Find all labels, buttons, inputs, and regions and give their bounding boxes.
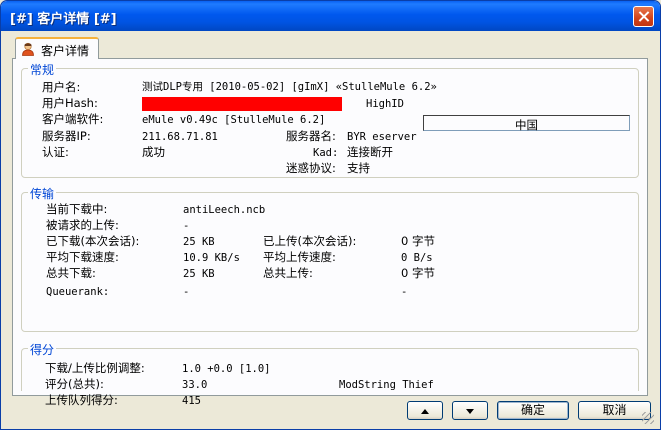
queue-score-label: 上传队列得分: <box>45 393 118 407</box>
uploaded-session-label: 已上传(本次会话): <box>263 234 357 248</box>
username-value: 测试DLP专用 [2010-05-02] [gImX] «StulleMule … <box>142 81 437 93</box>
arrow-up-icon <box>421 409 429 414</box>
arrow-down-icon <box>466 409 474 414</box>
auth-label: 认证: <box>42 145 69 159</box>
kad-value: 连接断开 <box>347 145 393 159</box>
rating-value: 33.0 <box>182 379 208 391</box>
requested-upload-label: 被请求的上传: <box>46 218 119 232</box>
queuerank-label: Queuerank: <box>46 286 110 298</box>
transfer-group: 传输 当前下载中: antiLeech.ncb 被请求的上传: - 已下载(本次… <box>21 185 639 332</box>
server-ip-label: 服务器IP: <box>42 129 91 143</box>
tab-label: 客户详情 <box>41 44 90 58</box>
total-download-value: 25 KB <box>183 268 215 280</box>
total-upload-label: 总共上传: <box>263 266 313 280</box>
tab-client-details[interactable]: 客户详情 <box>15 37 99 59</box>
client-software-label: 客户端软件: <box>42 112 104 126</box>
client-software-value: eMule v0.49c [StulleMule 6.2] <box>142 114 326 126</box>
auth-value: 成功 <box>142 145 165 159</box>
current-download-label: 当前下载中: <box>46 202 108 216</box>
country-value: 中国 <box>515 118 538 132</box>
ratio-value: 1.0 +0.0 [1.0] <box>182 363 271 375</box>
queuerank-value: - <box>183 286 190 298</box>
userhash-label: 用户Hash: <box>42 96 98 110</box>
window-title: [#] 客户详情 [#] <box>10 12 117 27</box>
tab-page: 常规 用户名: 测试DLP专用 [2010-05-02] [gImX] «Stu… <box>12 58 648 407</box>
downloaded-session-label: 已下载(本次会话): <box>46 234 140 248</box>
server-name-label: 服务器名: <box>286 129 336 143</box>
avg-download-speed-label: 平均下载速度: <box>46 250 119 264</box>
downloaded-session-value: 25 KB <box>183 236 215 248</box>
transfer-group-title: 传输 <box>28 185 57 202</box>
server-name-value: BYR eserver <box>347 131 417 143</box>
score-content: 下载/上传比例调整: 1.0 +0.0 [1.0] 评分(总共): 33.0 M… <box>21 348 639 394</box>
client-details-window: [#] 客户详情 [#] 客户详情 常规 用户名: 测试DLP专用 [2010-… <box>0 0 661 430</box>
close-button[interactable] <box>633 6 654 27</box>
avg-download-speed-value: 10.9 KB/s <box>183 252 240 264</box>
highid-status: HighID <box>366 98 404 110</box>
obfuscation-value: 支持 <box>347 161 370 175</box>
current-download-value: antiLeech.ncb <box>183 204 266 216</box>
title-bar[interactable]: [#] 客户详情 [#] <box>1 1 660 31</box>
userhash-redaction <box>142 97 342 111</box>
kad-label: Kad: <box>313 147 339 159</box>
previous-client-button[interactable] <box>407 401 443 420</box>
general-group-title: 常规 <box>28 61 57 78</box>
queuerank-extra-value: - <box>401 286 408 298</box>
total-download-label: 总共下载: <box>46 266 96 280</box>
ratio-label: 下载/上传比例调整: <box>45 361 145 375</box>
rating-label: 评分(总共): <box>45 377 104 391</box>
total-upload-value: 0 字节 <box>401 266 435 280</box>
general-group: 常规 用户名: 测试DLP专用 [2010-05-02] [gImX] «Stu… <box>21 61 639 178</box>
obfuscation-label: 迷惑协议: <box>286 161 336 175</box>
queue-score-value: 415 <box>182 395 201 407</box>
avg-upload-speed-label: 平均上传速度: <box>263 250 336 264</box>
avg-upload-speed-value: 0 B/s <box>401 252 433 264</box>
next-client-button[interactable] <box>452 401 488 420</box>
ok-button[interactable]: 确定 <box>497 401 569 420</box>
user-icon <box>22 42 34 56</box>
server-ip-value: 211.68.71.81 <box>142 131 218 143</box>
dialog-body: 客户详情 常规 用户名: 测试DLP专用 [2010-05-02] [gImX]… <box>5 31 656 426</box>
resize-grip[interactable] <box>642 412 654 424</box>
requested-upload-value: - <box>183 220 190 232</box>
uploaded-session-value: 0 字节 <box>401 234 435 248</box>
cancel-button[interactable]: 取消 <box>578 401 651 420</box>
username-label: 用户名: <box>42 80 81 94</box>
country-field: 中国 <box>423 115 630 132</box>
modstring-value: ModString Thief <box>339 379 434 391</box>
